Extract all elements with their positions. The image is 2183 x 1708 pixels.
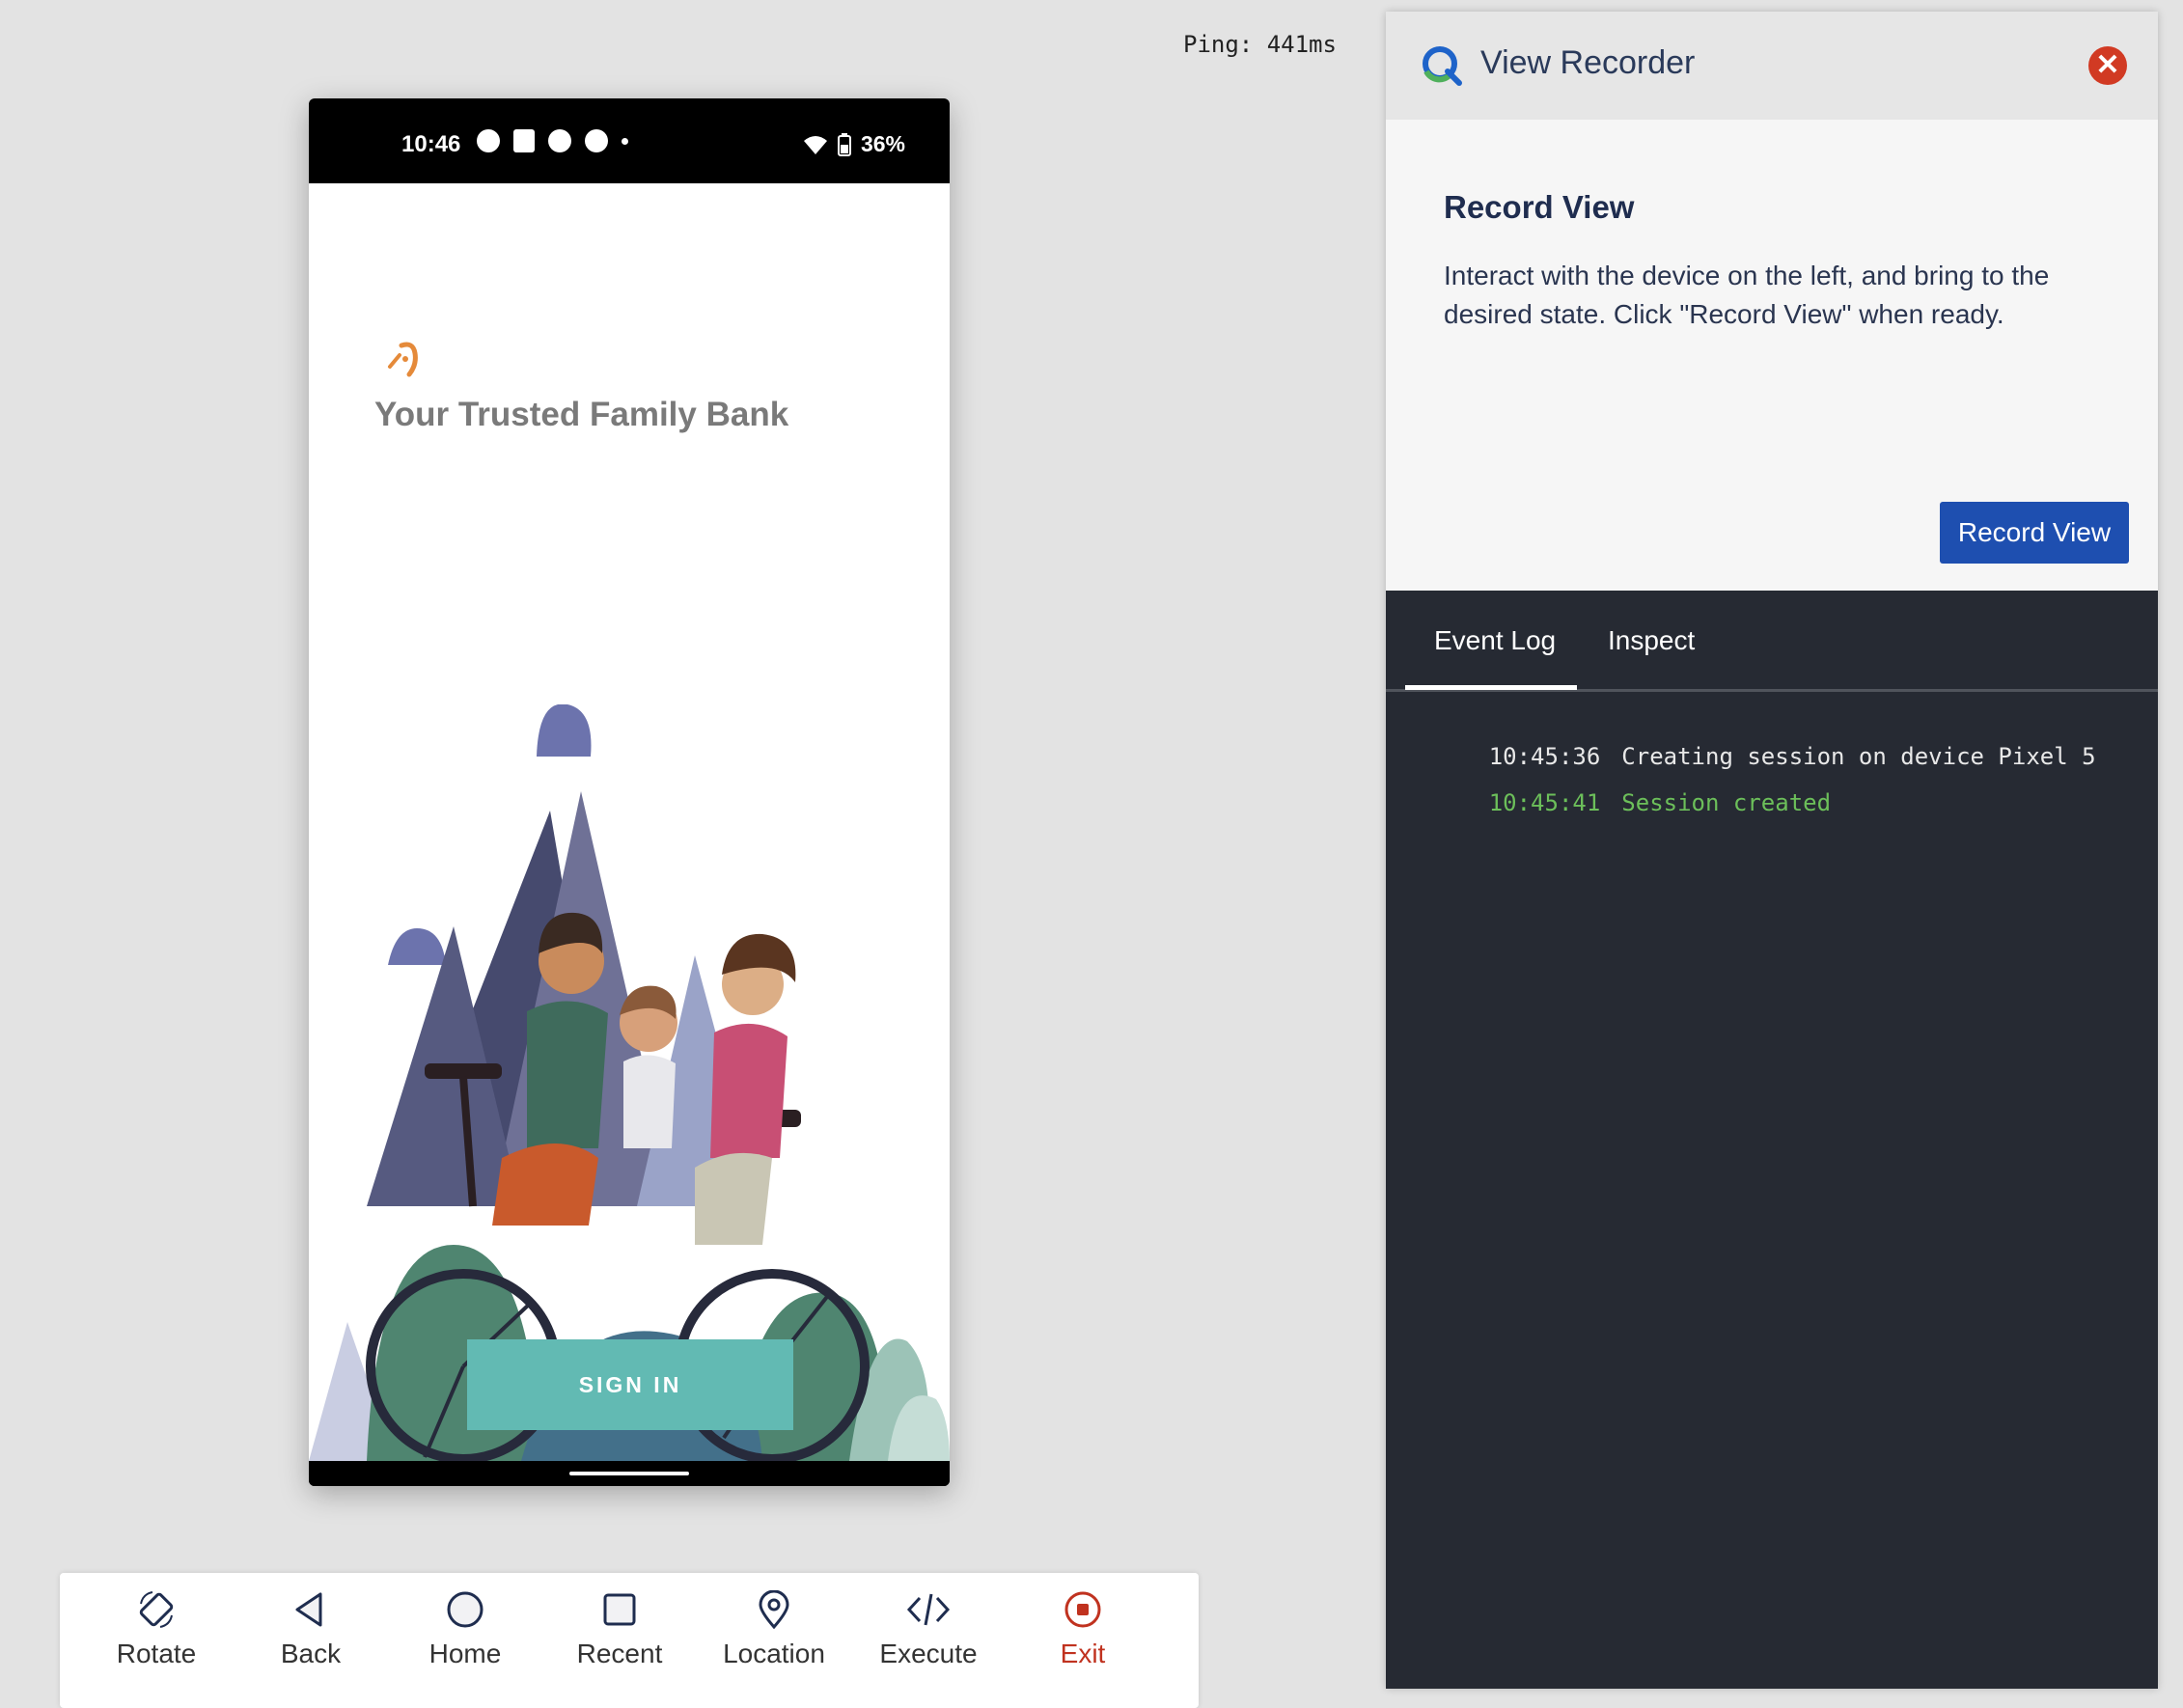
record-view-button[interactable]: Record View [1940,502,2129,564]
notification-icon [513,129,535,152]
stop-icon [1064,1591,1101,1628]
app-logo-icon [1423,46,1462,86]
location-label: Location [723,1639,825,1668]
back-label: Back [280,1639,342,1668]
device-screen[interactable]: 10:46 36% Your Trusted Family Bank SIGN … [309,98,950,1486]
active-tab-indicator [1405,685,1577,690]
execute-button[interactable]: Execute [861,1590,996,1696]
back-button[interactable]: Back [243,1590,378,1696]
log-message: Session created [1621,789,1832,816]
recent-button[interactable]: Recent [552,1590,687,1696]
log-timestamp: 10:45:36 [1488,743,1601,770]
code-icon [906,1593,951,1626]
log-row: 10:45:36 Creating session on device Pixel… [1405,716,2096,770]
record-view-heading: Record View [1444,189,1635,225]
battery-icon [837,132,851,156]
notification-icon [477,129,500,152]
back-icon [295,1592,322,1627]
home-label: Home [428,1639,502,1668]
tab-inspect[interactable]: Inspect [1608,625,1695,656]
status-right: 36% [803,131,905,157]
log-message: Creating session on device Pixel 5 [1621,743,2096,770]
bank-logo-icon [388,342,418,377]
recent-label: Recent [576,1639,663,1668]
panel-header: View Recorder ✕ [1386,12,2158,120]
notification-icon [585,129,608,152]
event-log: 10:45:36 Creating session on device Pixel… [1405,716,2096,816]
notification-icons [477,129,628,152]
rotate-button[interactable]: Rotate [89,1590,224,1696]
execute-label: Execute [879,1639,978,1668]
exit-label: Exit [1060,1639,1106,1668]
view-recorder-panel: View Recorder ✕ Record View Interact wit… [1386,12,2158,1689]
tab-event-log[interactable]: Event Log [1434,625,1556,656]
device-toolbar: Rotate Back Home Recent Location Execute [60,1573,1199,1708]
record-view-section: Record View Interact with the device on … [1386,120,2158,591]
notification-icon [548,129,571,152]
home-icon [447,1591,484,1628]
wifi-icon [803,135,827,154]
ping-readout: Ping: 441ms [1183,31,1337,58]
status-bar: 10:46 36% [309,98,950,183]
rotate-label: Rotate [116,1639,197,1668]
sign-in-button[interactable]: SIGN IN [467,1339,793,1430]
recent-icon [603,1593,636,1626]
panel-title: View Recorder [1480,44,1696,81]
log-timestamp: 10:45:41 [1488,789,1601,816]
close-icon[interactable]: ✕ [2088,46,2127,85]
more-notifications-icon [622,137,628,145]
record-view-description: Interact with the device on the left, an… [1444,261,2050,329]
app-screen: Your Trusted Family Bank SIGN IN [309,183,950,1461]
app-tagline: Your Trusted Family Bank [374,396,789,433]
rotate-icon [139,1591,174,1628]
panel-tabs: Event Log Inspect [1386,591,2158,692]
exit-button[interactable]: Exit [1015,1590,1150,1696]
home-gesture-bar[interactable] [569,1472,689,1475]
status-time: 10:46 [401,131,461,157]
location-button[interactable]: Location [706,1590,842,1696]
home-button[interactable]: Home [398,1590,533,1696]
location-icon [759,1590,789,1629]
battery-percent: 36% [860,131,905,156]
